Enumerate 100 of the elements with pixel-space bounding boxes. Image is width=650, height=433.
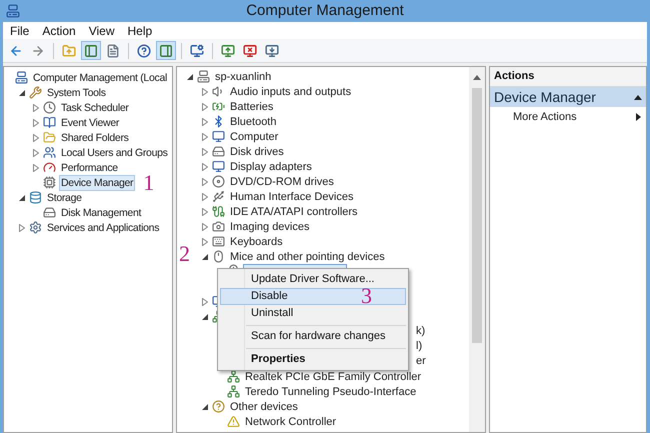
tree-panel-icon [84,44,98,58]
context-menu-item[interactable]: Properties [220,351,406,368]
monitor-update-icon [221,44,235,58]
monitor-download-icon [265,44,279,58]
tree-item[interactable]: IDE ATA/ATAPI controllers [228,204,360,220]
tree-item[interactable]: DVD/CD-ROM drives [228,174,336,190]
expanded-arrow-icon[interactable] [202,404,208,410]
context-menu-item[interactable]: Update Driver Software... [220,271,406,288]
menu-item[interactable]: View [88,22,114,40]
context-menu-item[interactable]: Disable 3 [220,288,406,305]
context-menu-item[interactable]: Scan for hardware changes [220,328,406,345]
users-icon [43,146,56,159]
disc-icon [212,175,225,188]
collapsed-arrow-icon[interactable] [33,118,39,126]
expanded-arrow-icon[interactable] [202,254,208,260]
collapsed-arrow-icon[interactable] [202,162,208,170]
app-icon [6,4,20,18]
clock-icon [43,101,56,114]
collapsed-arrow-icon[interactable] [33,134,39,142]
expanded-arrow-icon[interactable] [19,90,25,96]
monitor-icon [190,44,204,58]
tree-item[interactable]: Display adapters [228,158,314,174]
network-icon [227,370,240,383]
vertical-scrollbar[interactable] [469,67,485,432]
tree-item[interactable]: Batteries [228,98,276,114]
usb-icon [212,190,225,203]
tree-item[interactable]: Imaging devices [228,218,312,234]
tree-item-label: k) [416,324,426,340]
context-menu-item[interactable]: Uninstall [220,305,406,322]
unknown-device-icon [212,400,225,413]
tree-item[interactable]: Event Viewer [59,114,122,130]
menu-item[interactable]: Action [42,22,76,40]
section-title: Device Manager [494,88,596,107]
tree-item[interactable]: Disk drives [228,144,286,160]
battery-icon [212,100,225,113]
monitor-remove-icon [243,44,257,58]
folder-icon [43,131,56,144]
collapsed-arrow-icon[interactable] [33,104,39,112]
toolbar-button[interactable] [81,41,101,60]
tree-item[interactable]: Services and Applications [45,220,162,236]
expanded-arrow-icon[interactable] [187,74,193,80]
tree-item[interactable]: Disk Management [59,204,144,220]
cable-icon [212,205,225,218]
actions-header: Actions [490,67,646,87]
folder-up-icon [62,44,76,58]
document-icon [106,44,120,58]
collapsed-arrow-icon[interactable] [202,208,208,216]
tree-item[interactable]: sp-xuanlinh [213,68,274,84]
tree-item[interactable]: Other devices [228,398,300,414]
actions-section-header[interactable]: Device Manager [490,87,646,107]
collapsed-arrow-icon[interactable] [33,164,39,172]
collapsed-arrow-icon[interactable] [202,222,208,230]
menu-item[interactable]: Help [128,22,152,40]
collapsed-arrow-icon[interactable] [202,298,208,306]
action-link[interactable]: More Actions [513,108,577,126]
expanded-arrow-icon[interactable] [19,194,25,200]
tree-item[interactable]: Network Controller [243,414,338,430]
speaker-icon [212,85,225,98]
tree-item[interactable]: Human Interface Devices [228,188,356,204]
annotation-number: 1 [143,172,154,194]
tree-item[interactable]: Computer [228,128,280,144]
tree-item[interactable]: Performance [59,160,120,176]
collapsed-arrow-icon[interactable] [202,102,208,110]
expanded-arrow-icon[interactable] [202,314,208,320]
tree-item[interactable]: Device Manager [59,174,136,190]
scrollbar-thumb[interactable] [472,88,482,343]
tree-item[interactable]: Realtek PCIe GbE Family Controller [243,368,424,384]
collapsed-arrow-icon[interactable] [19,224,25,232]
tree-item[interactable]: Audio inputs and outputs [228,84,354,100]
services-icon [29,221,42,234]
collapsed-arrow-icon[interactable] [202,178,208,186]
submenu-arrow-icon [636,113,641,121]
computer-icon [212,130,225,143]
menu-item[interactable]: File [10,22,30,40]
computer-icon [15,71,28,84]
tree-item-label: l) [416,339,422,354]
tree-item[interactable]: Task Scheduler [59,100,131,116]
collapsed-arrow-icon[interactable] [202,148,208,156]
collapsed-arrow-icon[interactable] [202,238,208,246]
tree-item[interactable]: Shared Folders [59,130,131,146]
camera-icon [212,220,225,233]
collapse-up-icon[interactable] [634,94,642,100]
tree-item[interactable]: Local Users and Groups [59,144,170,160]
collapsed-arrow-icon[interactable] [202,192,208,200]
computer-icon [197,70,210,83]
collapsed-arrow-icon[interactable] [202,88,208,96]
tree-item[interactable]: System Tools [45,84,108,100]
scroll-up-arrow-icon[interactable] [473,75,481,80]
collapsed-arrow-icon[interactable] [33,148,39,156]
collapsed-arrow-icon[interactable] [202,132,208,140]
tree-item[interactable]: Keyboards [228,234,285,250]
tree-item[interactable]: Bluetooth [228,114,278,130]
tree-item-label: er [416,354,426,370]
toolbar-button[interactable] [156,41,176,60]
tree-item[interactable]: Storage [45,190,84,206]
tree-item[interactable]: Teredo Tunneling Pseudo-Interface [243,384,418,400]
tree-item[interactable]: Computer Management (Local [31,70,170,86]
tree-item[interactable]: Mice and other pointing devices [228,248,387,264]
collapsed-arrow-icon[interactable] [202,118,208,126]
network-icon [227,385,240,398]
